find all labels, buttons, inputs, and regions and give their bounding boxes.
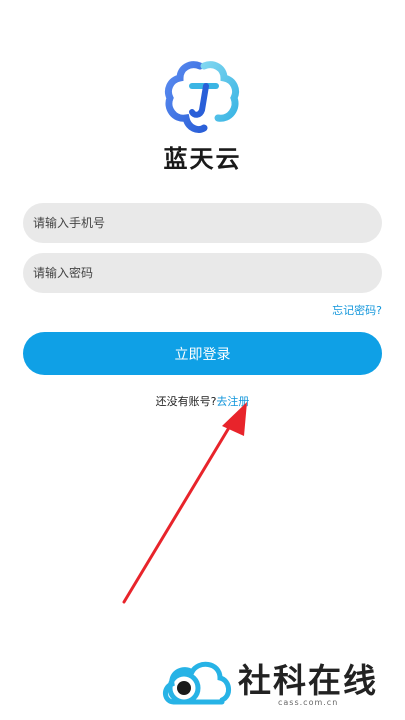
phone-field[interactable] <box>23 203 382 243</box>
password-input[interactable] <box>23 253 382 293</box>
register-prompt: 还没有账号?去注册 <box>0 393 405 409</box>
register-link[interactable]: 去注册 <box>216 395 249 408</box>
app-logo-icon <box>164 61 240 134</box>
password-field[interactable] <box>23 253 382 293</box>
app-name: 蓝天云 <box>163 145 242 173</box>
phone-input[interactable] <box>23 203 382 243</box>
watermark-cloud-eye-icon <box>163 661 231 705</box>
watermark: 社科在线 cass.com.cn <box>160 652 395 714</box>
login-button[interactable]: 立即登录 <box>23 332 382 375</box>
login-screen: 蓝天云 忘记密码? 立即登录 还没有账号?去注册 社科在线 cass.com.c… <box>0 0 405 720</box>
forgot-password-link[interactable]: 忘记密码? <box>332 302 382 318</box>
no-account-text: 还没有账号? <box>155 395 217 408</box>
watermark-text: 社科在线 <box>238 661 378 700</box>
watermark-subtext: cass.com.cn <box>278 698 339 707</box>
